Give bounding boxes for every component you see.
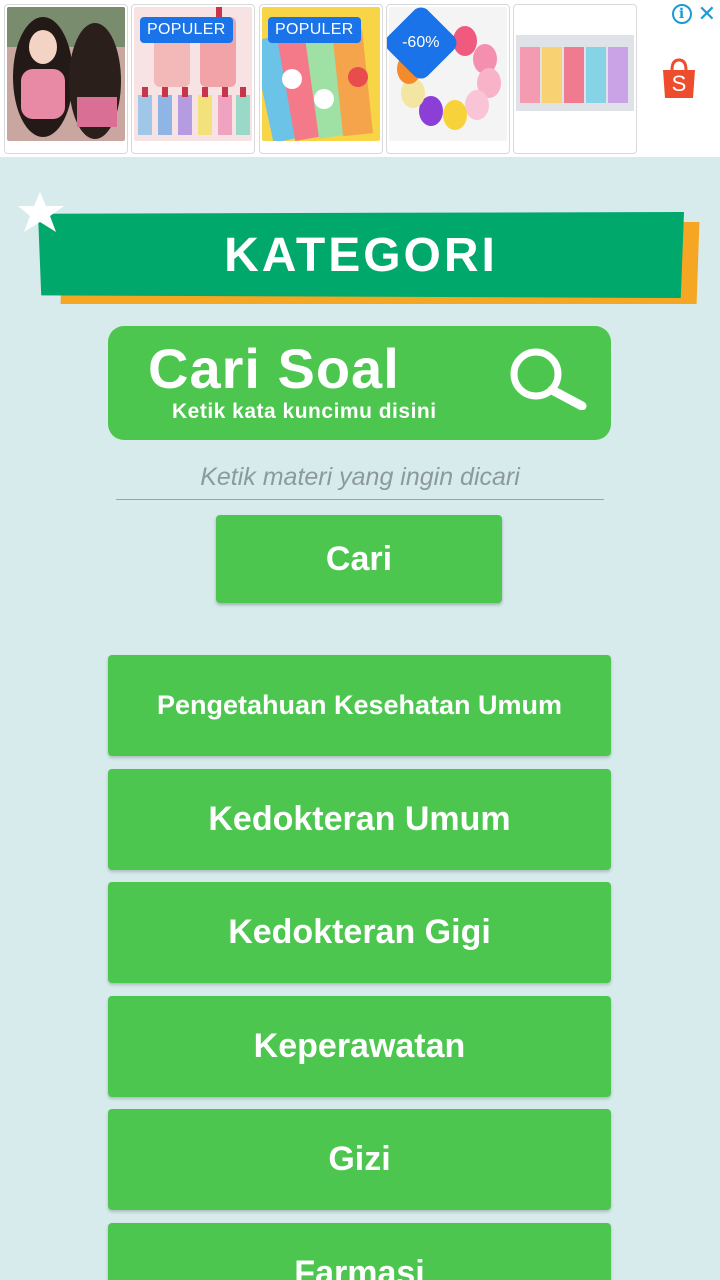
search-banner-title: Cari Soal bbox=[148, 337, 400, 400]
search-icon bbox=[510, 348, 587, 410]
ad-controls: i ✕ bbox=[671, 3, 716, 25]
category-button-gizi[interactable]: Gizi bbox=[108, 1109, 611, 1210]
search-input[interactable] bbox=[116, 456, 604, 500]
shopee-bag-icon[interactable]: S bbox=[660, 58, 698, 100]
search-banner-subtitle: Ketik kata kuncimu disini bbox=[172, 400, 437, 423]
ad-card-5[interactable] bbox=[513, 4, 637, 154]
star-icon bbox=[18, 192, 64, 232]
ad-card-3[interactable]: POPULER bbox=[259, 4, 383, 154]
search-button[interactable]: Cari bbox=[216, 515, 502, 603]
popular-badge: POPULER bbox=[140, 17, 233, 43]
ad-card-2[interactable]: POPULER bbox=[131, 4, 255, 154]
kategori-header: KATEGORI bbox=[18, 192, 708, 312]
ad-card-4[interactable]: -60% bbox=[386, 4, 510, 154]
popular-badge: POPULER bbox=[268, 17, 361, 43]
category-button-pengetahuan-kesehatan-umum[interactable]: Pengetahuan Kesehatan Umum bbox=[108, 655, 611, 756]
category-button-kedokteran-umum[interactable]: Kedokteran Umum bbox=[108, 768, 611, 870]
svg-text:S: S bbox=[672, 71, 687, 96]
search-banner: Cari Soal Ketik kata kuncimu disini bbox=[108, 326, 611, 440]
category-button-kedokteran-gigi[interactable]: Kedokteran Gigi bbox=[108, 882, 611, 983]
ad-card-1[interactable] bbox=[4, 4, 128, 154]
ad-banner[interactable]: POPULER POPULER -60% i ✕ S bbox=[0, 0, 720, 157]
ad-product-image bbox=[516, 7, 634, 141]
category-button-farmasi[interactable]: Farmasi bbox=[108, 1222, 611, 1280]
category-button-keperawatan[interactable]: Keperawatan bbox=[108, 995, 611, 1097]
category-list: Pengetahuan Kesehatan Umum Kedokteran Um… bbox=[108, 655, 611, 1280]
info-icon[interactable]: i bbox=[671, 4, 692, 24]
close-icon[interactable]: ✕ bbox=[698, 3, 716, 25]
ad-product-image bbox=[7, 7, 125, 141]
page-title: KATEGORI bbox=[224, 228, 498, 282]
